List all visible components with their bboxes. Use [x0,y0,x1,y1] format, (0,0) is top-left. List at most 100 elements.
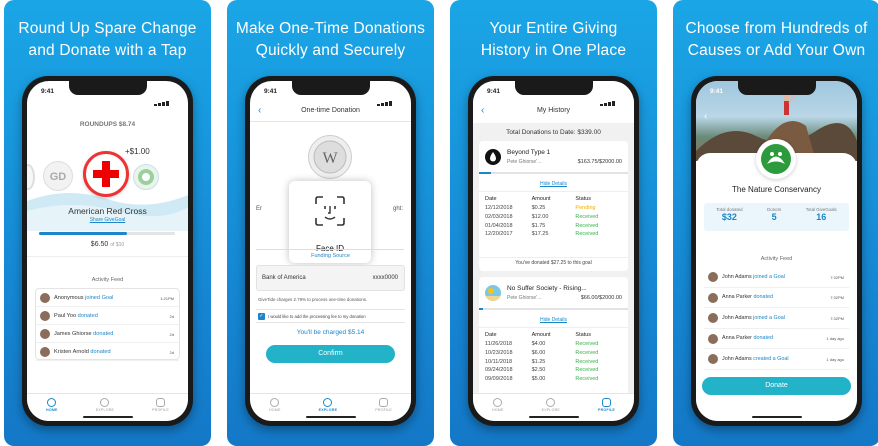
cell-amount: $12.00 [531,213,549,220]
charge-amount: You'll be charged $5.14 [296,329,365,336]
profile-icon [601,397,611,407]
panel-caption: Choose from Hundreds of Causes or Add Yo… [685,20,868,59]
cell-status: Received [575,358,599,365]
feed-item[interactable]: James Ghiorse donated 2d [36,325,179,343]
feed-item[interactable]: John Adams joined a Goal 7:32PM [704,308,849,329]
gd-charity-badge[interactable]: GD [43,161,73,191]
signal-icon [600,88,622,106]
table-row: 11/26/2018 $4.00 Received [485,341,622,350]
table-row: 12/20/2017 $17.25 Received [485,231,622,240]
feed-user-name: John Adams [722,355,754,362]
search-icon [546,397,556,407]
nature-charity-badge[interactable] [133,164,159,190]
feed-time: 7:32PM [830,295,844,301]
confirm-button[interactable]: Confirm [266,345,395,363]
feed-item[interactable]: Anna Parker donated 7:32PM [704,288,849,308]
feed-item[interactable]: Kristen Arnold donated 2d [36,343,179,361]
phone-frame: 9:41 ‹ One-time Donation W Er ght: Face … [245,76,416,426]
screenshot-panel-causes: Choose from Hundreds of Causes or Add Yo… [673,0,878,446]
feed-item[interactable]: Paul Yoo donated 2d [36,307,179,325]
feed-user-name: John Adams [722,314,754,321]
history-card: Beyond Type 1 Pete Ghiorse'... $163.75/$… [479,141,628,271]
fee-note: GiveTide charges 2.79% to process one-ti… [258,297,368,302]
feed-item[interactable]: Anonymous joined Goal 1:21PM [36,289,179,307]
panel-caption: Your Entire Giving History in One Place [480,20,627,59]
column-header: Date [485,332,497,338]
tab-home[interactable]: HOME [269,397,281,412]
funding-source-label: Funding Source [311,253,350,259]
activity-feed-title: Activity Feed [760,256,793,262]
frog-icon [761,144,791,174]
feed-item[interactable]: John Adams created a Goal 1 day ago [704,349,849,370]
column-header: Status [575,196,591,202]
column-header: Amount [531,332,551,338]
home-icon [493,397,503,407]
tab-profile[interactable]: PROFILE [375,397,392,412]
face-id-icon [315,196,345,226]
cell-status: Received [575,367,599,374]
nature-conservancy-logo [756,139,796,179]
cell-date: 09/09/2018 [485,376,513,383]
share-givegoal-link[interactable]: Share GiveGoal [27,217,188,223]
avatar [708,272,718,283]
org-name: Beyond Type 1 [507,149,551,156]
feed-user-name: Kristen Arnold [54,348,91,355]
stat-donors: Donors 5 [767,207,782,222]
cell-date: 01/04/2018 [485,222,513,229]
tab-explore[interactable]: EXPLORE [542,397,560,412]
cell-date: 10/23/2018 [485,349,513,356]
hide-details-link[interactable]: Hide Details [479,181,628,187]
tab-home[interactable]: HOME [492,397,504,412]
activity-feed-list: Anonymous joined Goal 1:21PM Paul Yoo dona… [35,288,180,361]
tab-profile[interactable]: PROFILE [598,397,615,412]
feed-time: 1:21PM [160,295,174,301]
status-time: 9:41 [264,88,278,95]
cell-date: 09/24/2018 [485,367,513,374]
home-icon [270,397,280,407]
tab-explore[interactable]: EXPLORE [96,397,114,412]
beach-icon [485,285,501,301]
goal-progress-text: $6.50 of $10 [90,241,125,248]
processing-fee-checkbox[interactable]: ✓ [258,313,265,320]
cell-amount: $1.25 [531,358,546,365]
bank-account-select[interactable]: Bank of America xxxx0000 [256,265,405,291]
cell-amount: $17.25 [531,231,549,238]
cell-amount: $1.75 [531,222,546,229]
column-header: Date [485,196,497,202]
feed-user-name: Anna Parker [722,294,754,301]
cell-status: Received [575,231,599,238]
svg-text:W: W [322,150,338,167]
cell-status: Received [575,349,599,356]
frog-icon [138,169,154,185]
page-title: My History [536,107,571,114]
table-header: Date Amount Status [485,332,622,341]
feed-action: donated [77,312,98,319]
drop-icon [485,149,501,165]
activity-feed-list: John Adams joined a Goal 7:32PM Anna Parke… [704,267,849,370]
org-name: American Red Cross [68,206,147,216]
stat-total-givegoals: Total GiveGoals 16 [805,207,837,222]
back-chevron-icon[interactable]: ‹ [704,111,707,122]
phone-screen: 9:41 ‹ The Nature Conservancy Total dona… [696,81,857,421]
feed-item[interactable]: Anna Parker donated 1 day ago [704,329,849,349]
cell-status: Pending [575,205,596,211]
tab-explore[interactable]: EXPLORE [319,397,338,412]
cell-amount: $5.00 [531,376,546,383]
panel-caption: Round Up Spare Change and Donate with a … [18,20,197,59]
phone-frame: 9:41 ROUNDUPS $8.74 GD +$1.00 American R… [22,76,193,426]
roundup-increment: +$1.00 [125,147,150,156]
roundups-total: ROUNDUPS $8.74 [79,121,136,128]
donate-button[interactable]: Donate [702,377,851,395]
search-icon [100,397,110,407]
red-cross-logo[interactable] [83,151,129,197]
tab-home[interactable]: HOME [46,397,58,412]
cell-status: Received [575,376,599,383]
feed-item[interactable]: John Adams joined a Goal 7:32PM [704,267,849,288]
hide-details-link[interactable]: Hide Details [479,317,628,323]
tab-profile[interactable]: PROFILE [152,397,169,412]
table-row: 01/04/2018 $1.75 Received [485,223,622,232]
screenshot-panel-donation: Make One-Time Donations Quickly and Secu… [227,0,434,446]
goal-progress-bar [479,308,628,310]
avatar [40,311,50,321]
cell-status: Received [575,341,599,347]
